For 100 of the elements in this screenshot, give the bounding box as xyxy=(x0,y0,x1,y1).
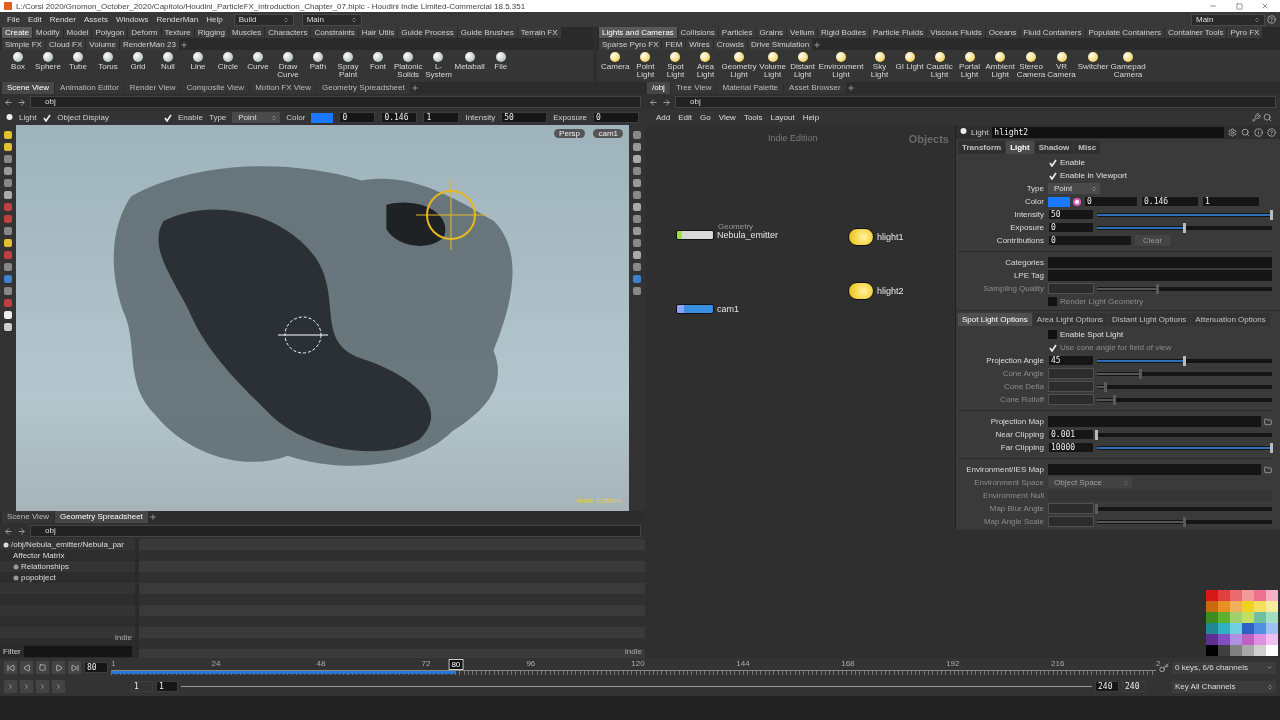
shelf-tool[interactable]: Line xyxy=(184,52,212,71)
add-tab-icon[interactable] xyxy=(846,82,855,94)
slider-track[interactable] xyxy=(1097,286,1272,291)
menu-item[interactable]: Assets xyxy=(80,15,111,24)
tab[interactable]: Geometry Spreadsheet xyxy=(55,511,148,523)
number-field[interactable]: 0 xyxy=(1048,235,1132,246)
color-swatch[interactable] xyxy=(1218,601,1230,612)
forward-icon[interactable] xyxy=(17,526,26,536)
tab[interactable]: Simple FX xyxy=(2,39,45,50)
color-swatch[interactable] xyxy=(1242,601,1254,612)
color-swatch[interactable] xyxy=(1266,623,1278,634)
tab[interactable]: Grains xyxy=(756,27,787,38)
number-field[interactable] xyxy=(1048,368,1094,379)
color-swatch[interactable] xyxy=(1242,623,1254,634)
tab[interactable]: Polygon xyxy=(92,27,128,38)
number-field[interactable]: 1 xyxy=(1202,196,1260,207)
file-field[interactable] xyxy=(1048,464,1261,475)
tab[interactable]: Populate Containers xyxy=(1085,27,1165,38)
camera-menu[interactable]: Persp xyxy=(554,129,585,138)
number-field[interactable]: 0.146 xyxy=(1141,196,1199,207)
slider-handle[interactable] xyxy=(1270,209,1273,220)
number-field[interactable]: 1 xyxy=(423,112,460,123)
checkbox[interactable] xyxy=(163,113,172,122)
desktop-dropdown[interactable]: Main xyxy=(301,13,362,26)
menu-item[interactable]: Windows xyxy=(112,15,152,24)
back-icon[interactable] xyxy=(4,526,13,536)
expand-icon[interactable] xyxy=(3,541,9,548)
back-icon[interactable] xyxy=(649,97,658,107)
tab[interactable]: Terrain FX xyxy=(517,27,561,38)
number-field[interactable]: 0.001 xyxy=(1048,429,1094,440)
tab[interactable]: Distant Light Options xyxy=(1108,313,1191,326)
color-swatch[interactable] xyxy=(1254,634,1266,645)
start-frame-field[interactable]: 1 xyxy=(156,681,178,692)
color-swatch[interactable] xyxy=(1206,590,1218,601)
number-field[interactable] xyxy=(1048,283,1094,294)
search-icon[interactable] xyxy=(1241,127,1250,137)
menu-item[interactable]: Help xyxy=(203,15,226,24)
menu-item[interactable]: Add xyxy=(653,113,674,122)
tab[interactable]: Vellum xyxy=(787,27,818,38)
tab[interactable]: Modify xyxy=(33,27,63,38)
number-field[interactable]: 0 xyxy=(339,112,376,123)
tab[interactable]: Transform xyxy=(958,141,1006,154)
number-field[interactable]: 0 xyxy=(1048,222,1094,233)
color-swatch[interactable] xyxy=(1218,623,1230,634)
color-swatch[interactable] xyxy=(1230,634,1242,645)
tab[interactable]: Cloud FX xyxy=(45,39,86,50)
tab[interactable]: Light xyxy=(1006,141,1034,154)
color-wheel-icon[interactable] xyxy=(1073,197,1081,206)
node-name-field[interactable]: hlight2 xyxy=(992,126,1224,138)
wrench-icon[interactable] xyxy=(1252,113,1261,122)
tree-item[interactable]: Relationships xyxy=(0,561,135,572)
shelf-tool[interactable]: Geometry Light xyxy=(721,52,757,79)
add-tab-icon[interactable] xyxy=(148,511,157,523)
tab[interactable]: Volume xyxy=(86,39,119,50)
timeline-tool-button[interactable] xyxy=(4,680,17,693)
dropdown[interactable]: Point xyxy=(1048,183,1100,194)
geometry-node[interactable] xyxy=(676,230,714,240)
minimize-icon[interactable] xyxy=(1209,2,1217,10)
color-swatch[interactable] xyxy=(1266,590,1278,601)
shelf-tool[interactable]: Caustic Light xyxy=(925,52,954,79)
shelf-tool[interactable]: Draw Curve xyxy=(274,52,302,79)
desktop-dropdown[interactable]: Build xyxy=(233,13,294,26)
shelf-tool[interactable]: Font xyxy=(364,52,392,71)
text-field[interactable] xyxy=(1048,257,1272,268)
slider-handle[interactable] xyxy=(1095,429,1098,440)
tab[interactable]: Sparse Pyro FX xyxy=(599,39,662,50)
tab[interactable]: Shadow xyxy=(1034,141,1074,154)
tab[interactable]: Area Light Options xyxy=(1032,313,1108,326)
menu-item[interactable]: Tools xyxy=(740,113,766,122)
tree-item[interactable]: Affector Matrix xyxy=(0,550,135,561)
text-field[interactable] xyxy=(1048,270,1272,281)
menu-item[interactable]: Edit xyxy=(675,113,696,122)
shelf-tool[interactable]: Stereo Camera xyxy=(1016,52,1046,79)
shelf-tool[interactable]: Curve xyxy=(244,52,272,71)
color-swatch[interactable] xyxy=(1218,634,1230,645)
number-field[interactable] xyxy=(1048,381,1094,392)
slider-track[interactable] xyxy=(1097,384,1272,389)
file-field[interactable] xyxy=(1048,416,1261,427)
folder-icon[interactable] xyxy=(1264,465,1272,474)
color-swatch[interactable] xyxy=(1266,645,1278,656)
menu-item[interactable]: Render xyxy=(46,15,79,24)
tab[interactable]: Drive Simulation xyxy=(747,39,813,50)
number-field[interactable]: 45 xyxy=(1048,355,1094,366)
path-field[interactable]: obj xyxy=(675,96,1276,108)
menu-item[interactable]: Go xyxy=(697,113,714,122)
key-icon[interactable] xyxy=(1159,662,1169,673)
camera-menu[interactable]: cam1 xyxy=(593,129,623,138)
number-field[interactable]: 50 xyxy=(1048,209,1094,220)
checkbox[interactable] xyxy=(1048,330,1057,339)
slider-track[interactable] xyxy=(1097,506,1272,511)
tab[interactable]: Characters xyxy=(265,27,311,38)
timeline-tool-button[interactable] xyxy=(20,680,33,693)
slider-handle[interactable] xyxy=(1270,442,1273,453)
tab[interactable]: Tree View xyxy=(670,82,717,94)
add-tab-icon[interactable] xyxy=(179,39,188,50)
shelf-tool[interactable]: Platonic Solids xyxy=(394,52,423,79)
color-swatch[interactable] xyxy=(1206,634,1218,645)
search-icon[interactable] xyxy=(1263,113,1272,122)
slider-track[interactable] xyxy=(1097,212,1272,217)
shelf-tool[interactable]: Grid xyxy=(124,52,152,71)
